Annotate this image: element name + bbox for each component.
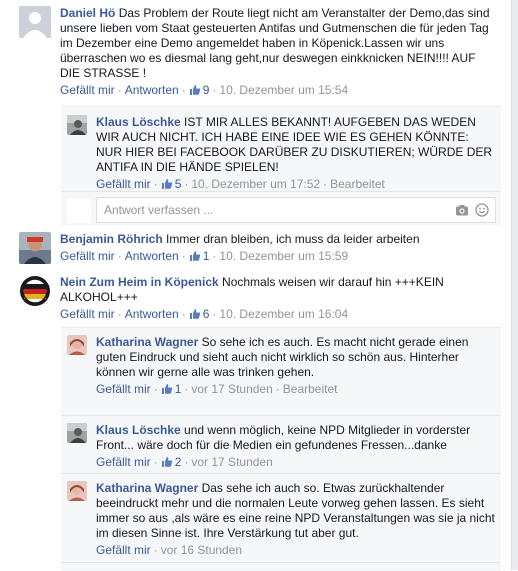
- timestamp[interactable]: 10. Dezember um 16:04: [219, 307, 348, 321]
- comment-text: Daniel Hö Das Problem der Route liegt ni…: [60, 6, 496, 81]
- thumbs-up-icon: [189, 309, 200, 319]
- comment: Benjamin Röhrich Immer dran bleiben, ich…: [19, 232, 499, 266]
- reply-meta: Gefällt mir · 2 · vor 17 Stunden: [96, 455, 273, 469]
- edited-label[interactable]: Bearbeitet: [330, 177, 385, 191]
- reply-text: Klaus Löschke und wenn möglich, keine NP…: [96, 423, 496, 453]
- author-name[interactable]: Daniel Hö: [60, 6, 115, 20]
- thumbs-up-icon: [161, 457, 172, 467]
- comment: Nein Zum Heim in Köpenick Nochmals weise…: [19, 275, 499, 325]
- reply-link[interactable]: Antworten: [125, 307, 179, 321]
- divider: [61, 191, 501, 192]
- comment-meta: Gefällt mir · Antworten · 6 · 10. Dezember um …: [60, 307, 349, 321]
- avatar-placeholder[interactable]: [19, 6, 51, 38]
- timestamp[interactable]: vor 17 Stunden: [191, 382, 272, 396]
- camera-icon[interactable]: [455, 203, 469, 217]
- scrollbar-track[interactable]: [511, 0, 518, 570]
- author-name[interactable]: Nein Zum Heim in Köpenick: [60, 275, 219, 289]
- current-user-avatar: [67, 199, 91, 223]
- smiley-icon[interactable]: [475, 203, 489, 217]
- avatar[interactable]: [67, 115, 87, 135]
- avatar[interactable]: [19, 232, 51, 264]
- reply-meta: Gefällt mir · vor 16 Stunden: [96, 543, 243, 557]
- reply-thread: Klaus Löschke IST MIR ALLES BEKANNT! AUF…: [61, 106, 501, 225]
- like-link[interactable]: Gefällt mir: [96, 455, 151, 469]
- avatar[interactable]: [67, 423, 87, 443]
- reply-meta: Gefällt mir · 5 · 10. Dezember um 17:52 · Bear…: [96, 177, 385, 191]
- like-count[interactable]: 5: [161, 177, 181, 191]
- author-name[interactable]: Katharina Wagner: [96, 335, 198, 349]
- author-name[interactable]: Klaus Löschke: [96, 423, 181, 437]
- author-name[interactable]: Klaus Löschke: [96, 115, 181, 129]
- reply-link[interactable]: Antworten: [125, 83, 179, 97]
- thumbs-up-icon: [189, 251, 200, 261]
- comment-text: Benjamin Röhrich Immer dran bleiben, ich…: [60, 232, 496, 247]
- timestamp[interactable]: 10. Dezember um 15:59: [219, 249, 348, 263]
- like-link[interactable]: Gefällt mir: [60, 83, 115, 97]
- like-count[interactable]: 9: [189, 83, 209, 97]
- avatar[interactable]: [67, 335, 87, 355]
- like-count[interactable]: 1: [189, 249, 209, 263]
- avatar-page-logo[interactable]: [19, 275, 51, 307]
- thumbs-up-icon: [161, 384, 172, 394]
- avatar[interactable]: [67, 481, 87, 501]
- like-link[interactable]: Gefällt mir: [60, 307, 115, 321]
- thumbs-up-icon: [189, 85, 200, 95]
- like-link[interactable]: Gefällt mir: [96, 543, 151, 557]
- author-name[interactable]: Katharina Wagner: [96, 481, 198, 495]
- comment: Daniel Hö Das Problem der Route liegt ni…: [19, 6, 499, 106]
- timestamp[interactable]: vor 16 Stunden: [161, 543, 242, 557]
- divider: [61, 562, 501, 563]
- like-count[interactable]: 2: [161, 455, 181, 469]
- reply-text: Katharina Wagner So sehe ich es auch. Es…: [96, 335, 496, 380]
- like-count[interactable]: 1: [161, 382, 181, 396]
- like-link[interactable]: Gefällt mir: [96, 382, 151, 396]
- reply-text: Klaus Löschke IST MIR ALLES BEKANNT! AUF…: [96, 115, 496, 175]
- comment-body: Immer dran bleiben, ich muss da leider a…: [166, 232, 420, 246]
- edited-label[interactable]: Bearbeitet: [283, 382, 338, 396]
- like-link[interactable]: Gefällt mir: [96, 177, 151, 191]
- timestamp[interactable]: 10. Dezember um 15:54: [219, 83, 348, 97]
- comment-meta: Gefällt mir · Antworten · 9 · 10. Dezember um …: [60, 83, 349, 97]
- reply-placeholder: Antwort verfassen ...: [104, 203, 214, 217]
- reply-thread: Katharina Wagner So sehe ich es auch. Es…: [61, 327, 501, 571]
- reply-link[interactable]: Antworten: [125, 249, 179, 263]
- reply-input[interactable]: Antwort verfassen ...: [96, 197, 496, 223]
- reply-meta: Gefällt mir · 1 · vor 17 Stunden · Bearbeitet: [96, 382, 338, 396]
- thumbs-up-icon: [161, 179, 172, 189]
- timestamp[interactable]: 10. Dezember um 17:52: [191, 177, 320, 191]
- comment-body: Das Problem der Route liegt nicht am Ver…: [60, 6, 490, 80]
- divider: [61, 415, 501, 416]
- like-link[interactable]: Gefällt mir: [60, 249, 115, 263]
- comment-text: Nein Zum Heim in Köpenick Nochmals weise…: [60, 275, 496, 305]
- divider: [61, 473, 501, 474]
- reply-text: Katharina Wagner Das sehe ich auch so. E…: [96, 481, 496, 541]
- comment-meta: Gefällt mir · Antworten · 1 · 10. Dezember um …: [60, 249, 349, 263]
- timestamp[interactable]: vor 17 Stunden: [191, 455, 272, 469]
- author-name[interactable]: Benjamin Röhrich: [60, 232, 163, 246]
- like-count[interactable]: 6: [189, 307, 209, 321]
